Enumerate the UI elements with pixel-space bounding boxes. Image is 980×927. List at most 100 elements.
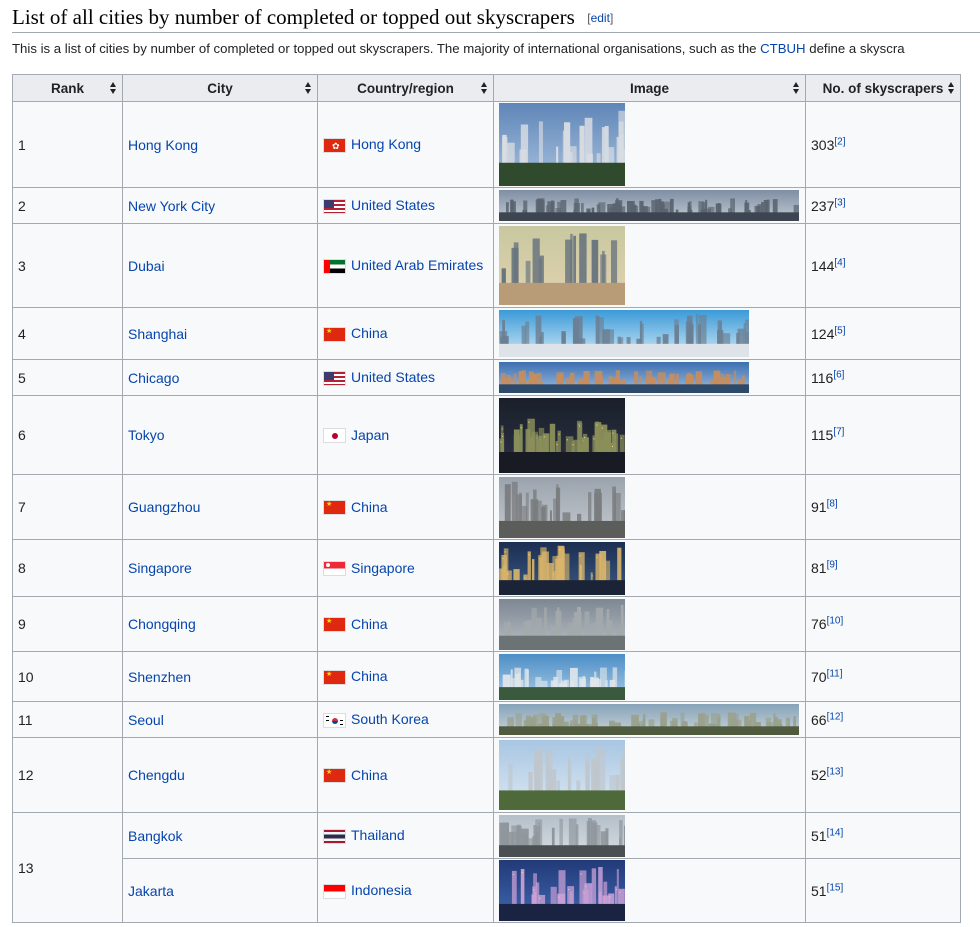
reference-link[interactable]: [11] (827, 668, 843, 679)
city-link[interactable]: Tokyo (128, 427, 165, 443)
sort-icon[interactable] (793, 82, 799, 94)
column-header-city[interactable]: City (122, 74, 318, 102)
skyscraper-count: 144 (811, 257, 835, 274)
column-header-label: No. of skyscrapers (822, 80, 944, 96)
city-link[interactable]: Chongqing (128, 616, 196, 632)
us-flag (323, 198, 346, 214)
country-cell: ★ China (317, 474, 494, 540)
reference-link[interactable]: [15] (827, 882, 844, 893)
guangzhou-skyline-image[interactable] (499, 476, 625, 538)
country-link[interactable]: Thailand (351, 827, 405, 843)
city-link[interactable]: Bangkok (128, 828, 182, 844)
country-link[interactable]: Hong Kong (351, 136, 421, 152)
edit-label[interactable]: edit (591, 11, 610, 25)
reference-link[interactable]: [14] (827, 827, 844, 838)
sort-icon[interactable] (305, 82, 311, 94)
edit-link[interactable]: [edit] (587, 11, 613, 25)
ctbuh-link[interactable]: CTBUH (760, 41, 805, 56)
country-link[interactable]: United Arab Emirates (351, 257, 483, 273)
city-cell: New York City (122, 187, 318, 224)
hong-kong-skyline-image[interactable] (499, 103, 625, 186)
country-link[interactable]: Singapore (351, 560, 415, 576)
shanghai-skyline-image[interactable] (499, 310, 749, 357)
city-cell: Seoul (122, 701, 318, 738)
city-link[interactable]: Hong Kong (128, 137, 198, 153)
reference-link[interactable]: [7] (833, 426, 844, 437)
country-cell: Indonesia (317, 858, 494, 923)
column-header-rank[interactable]: Rank (12, 74, 123, 102)
reference-link[interactable]: [9] (827, 559, 838, 570)
chicago-skyline-image[interactable] (499, 362, 749, 393)
reference-link[interactable]: [13] (827, 766, 844, 777)
table-row: 4 Shanghai ★ China 124[5] (12, 307, 961, 360)
column-header-country[interactable]: Country/region (317, 74, 494, 102)
city-link[interactable]: Jakarta (128, 883, 174, 899)
rank-cell: 11 (12, 701, 123, 738)
sort-icon[interactable] (948, 82, 954, 94)
chengdu-skyline-image[interactable] (499, 740, 625, 810)
skyscraper-count: 81 (811, 560, 827, 576)
city-link[interactable]: Chengdu (128, 767, 185, 783)
tokyo-skyline-image[interactable] (499, 397, 625, 473)
reference-link[interactable]: [8] (827, 498, 838, 509)
sg-flag (323, 561, 346, 577)
rank-cell: 8 (12, 539, 123, 597)
sort-icon[interactable] (481, 82, 487, 94)
reference-link[interactable]: [10] (827, 615, 844, 626)
singapore-skyline-image[interactable] (499, 541, 625, 595)
reference-link[interactable]: [5] (834, 325, 845, 336)
city-link[interactable]: Singapore (128, 560, 192, 576)
column-header-image[interactable]: Image (493, 74, 806, 102)
table-row: 12 Chengdu ★ China 52[13] (12, 737, 961, 813)
image-cell (493, 187, 806, 224)
reference-link[interactable]: [3] (834, 197, 845, 208)
city-cell: Jakarta (122, 858, 318, 923)
column-header-count[interactable]: No. of skyscrapers (805, 74, 961, 102)
count-cell: 91[8] (805, 474, 961, 540)
skyscraper-count: 76 (811, 616, 827, 632)
column-header-label: Rank (50, 80, 84, 96)
sort-icon[interactable] (110, 82, 116, 94)
image-cell (493, 858, 806, 923)
jakarta-skyline-image[interactable] (499, 860, 625, 921)
reference-link[interactable]: [4] (834, 257, 845, 268)
city-link[interactable]: Shenzhen (128, 669, 191, 685)
country-link[interactable]: South Korea (351, 711, 429, 727)
count-cell: 116[6] (805, 359, 961, 396)
skyscraper-count: 124 (811, 325, 835, 342)
country-link[interactable]: Japan (351, 427, 389, 443)
country-link[interactable]: United States (351, 369, 435, 385)
seoul-skyline-image[interactable] (499, 704, 799, 735)
rank-cell: 12 (12, 737, 123, 813)
city-link[interactable]: Seoul (128, 712, 164, 728)
country-link[interactable]: China (351, 499, 388, 515)
new-york-skyline-image[interactable] (499, 190, 799, 221)
cn-flag: ★ (323, 326, 346, 342)
country-cell: ★ China (317, 651, 494, 702)
skyscraper-count: 52 (811, 767, 827, 783)
image-cell (493, 701, 806, 738)
shenzhen-skyline-image[interactable] (499, 653, 625, 700)
country-link[interactable]: China (351, 616, 388, 632)
country-link[interactable]: United States (351, 197, 435, 213)
city-link[interactable]: Dubai (128, 258, 165, 274)
city-cell: Chongqing (122, 596, 318, 652)
reference-link[interactable]: [2] (834, 136, 845, 147)
city-cell: Tokyo (122, 395, 318, 475)
city-link[interactable]: Guangzhou (128, 499, 200, 515)
column-header-label: Country/region (357, 80, 454, 96)
dubai-skyline-image[interactable] (499, 226, 625, 305)
country-link[interactable]: China (351, 325, 388, 341)
chongqing-skyline-image[interactable] (499, 598, 625, 650)
reference-link[interactable]: [12] (827, 711, 844, 722)
country-cell: Singapore (317, 539, 494, 597)
city-link[interactable]: Chicago (128, 370, 179, 386)
city-cell: Shanghai (122, 307, 318, 360)
reference-link[interactable]: [6] (833, 369, 844, 380)
city-link[interactable]: Shanghai (128, 326, 187, 342)
city-link[interactable]: New York City (128, 198, 215, 214)
country-link[interactable]: China (351, 668, 388, 684)
country-link[interactable]: Indonesia (351, 882, 412, 898)
country-link[interactable]: China (351, 767, 388, 783)
bangkok-skyline-image[interactable] (499, 814, 625, 857)
